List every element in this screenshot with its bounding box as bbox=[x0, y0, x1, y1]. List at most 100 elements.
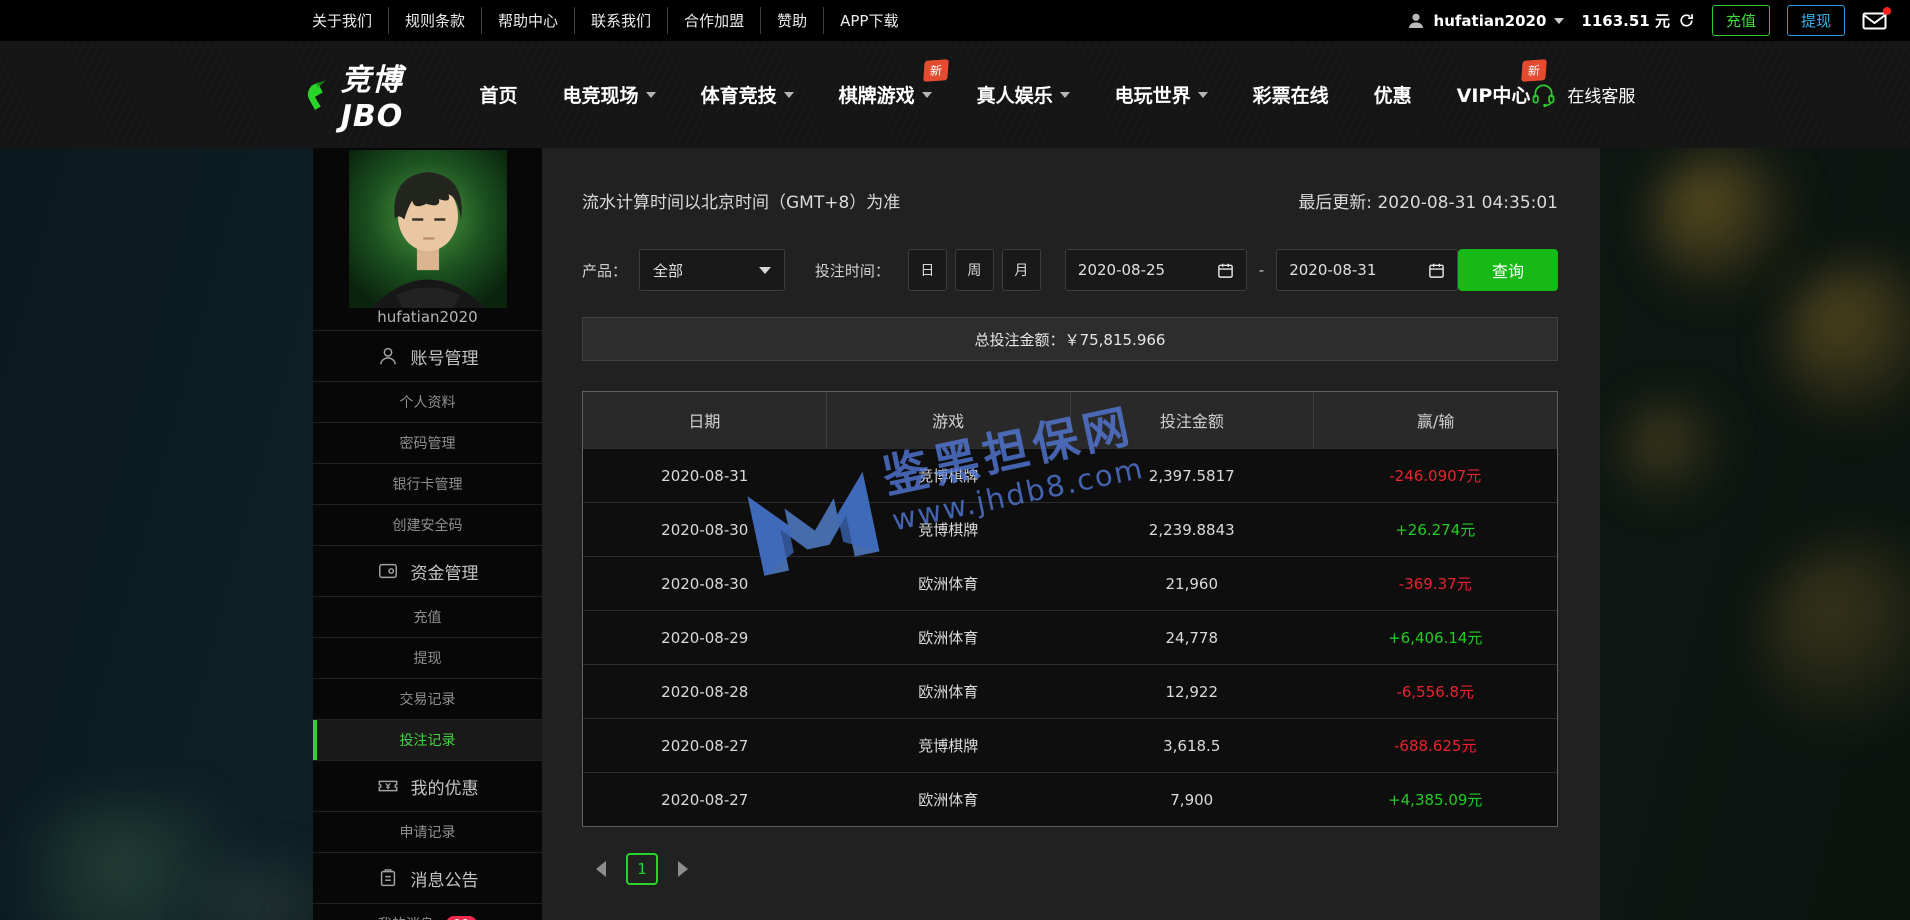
period-button[interactable]: 日 bbox=[908, 249, 947, 291]
logo[interactable]: 竞博JBO bbox=[300, 55, 422, 134]
cell-amount: 24,778 bbox=[1070, 611, 1314, 664]
mail-icon[interactable] bbox=[1862, 11, 1888, 31]
sidebar-item-label: 密码管理 bbox=[400, 433, 456, 453]
chevron-down-icon bbox=[1060, 92, 1070, 98]
timezone-notice: 流水计算时间以北京时间（GMT+8）为准 bbox=[582, 188, 900, 213]
topbar-link[interactable]: 帮助中心 bbox=[481, 7, 574, 34]
sidebar-section-icon bbox=[377, 867, 399, 889]
sidebar-item[interactable]: 个人资料 bbox=[313, 381, 542, 422]
sidebar-item-label: 提现 bbox=[414, 648, 442, 668]
topbar-link[interactable]: APP下载 bbox=[823, 7, 914, 34]
cell-date: 2020-08-28 bbox=[583, 665, 827, 718]
sidebar-item-label: 创建安全码 bbox=[393, 515, 463, 535]
sidebar-item-label: 充值 bbox=[414, 607, 442, 627]
period-button[interactable]: 周 bbox=[955, 249, 994, 291]
nav-item-label: 彩票在线 bbox=[1253, 81, 1329, 108]
cell-amount: 2,239.8843 bbox=[1070, 503, 1314, 556]
sidebar-item[interactable]: 我的优惠 bbox=[313, 760, 542, 811]
topbar: 关于我们规则条款帮助中心联系我们合作加盟赞助APP下载 hufatian2020… bbox=[0, 0, 1910, 41]
sidebar-item[interactable]: 账号管理 bbox=[313, 330, 542, 381]
sidebar-item[interactable]: 创建安全码 bbox=[313, 504, 542, 545]
nav-item[interactable]: 新 棋牌游戏 bbox=[839, 81, 932, 108]
cell-game: 欧洲体育 bbox=[827, 773, 1071, 826]
cell-winloss: -246.0907元 bbox=[1314, 449, 1558, 502]
product-select[interactable]: 全部 bbox=[639, 249, 785, 291]
nav-item[interactable]: 电竞现场 bbox=[563, 81, 656, 108]
sidebar-item[interactable]: 密码管理 bbox=[313, 422, 542, 463]
table-header-cell: 赢/输 bbox=[1313, 392, 1557, 448]
sidebar-item[interactable]: 提现 bbox=[313, 637, 542, 678]
sidebar-item-label: 消息公告 bbox=[411, 866, 479, 891]
user-menu[interactable]: hufatian2020 bbox=[1406, 11, 1565, 31]
sidebar-item[interactable]: 资金管理 bbox=[313, 545, 542, 596]
deposit-button[interactable]: 充值 bbox=[1712, 5, 1770, 36]
table-row: 2020-08-31 竞博棋牌 2,397.5817 -246.0907元 bbox=[583, 448, 1557, 502]
topbar-link[interactable]: 赞助 bbox=[760, 7, 823, 34]
sidebar-item-label: 我的优惠 bbox=[411, 774, 479, 799]
sidebar-item-label: 个人资料 bbox=[400, 392, 456, 412]
sidebar-item[interactable]: 申请记录 bbox=[313, 811, 542, 852]
sidebar-menu: 账号管理 个人资料 密码管理 银行卡管理 创建安全码 bbox=[313, 330, 542, 920]
nav-item[interactable]: 真人娱乐 bbox=[977, 81, 1070, 108]
nav-item[interactable]: 首页 bbox=[480, 81, 518, 108]
sidebar-item[interactable]: 银行卡管理 bbox=[313, 463, 542, 504]
chevron-down-icon bbox=[922, 92, 932, 98]
cell-game: 竞博棋牌 bbox=[827, 449, 1071, 502]
current-page[interactable]: 1 bbox=[626, 853, 658, 885]
cell-amount: 21,960 bbox=[1070, 557, 1314, 610]
sidebar-item[interactable]: 投注记录 bbox=[313, 719, 542, 760]
nav-item-label: 首页 bbox=[480, 81, 518, 108]
cell-date: 2020-08-31 bbox=[583, 449, 827, 502]
nav-item-label: 棋牌游戏 bbox=[839, 81, 915, 108]
cell-date: 2020-08-27 bbox=[583, 719, 827, 772]
nav-item[interactable]: 电玩世界 bbox=[1115, 81, 1208, 108]
date-from-input[interactable]: 2020-08-25 bbox=[1065, 249, 1247, 291]
sidebar-username: hufatian2020 bbox=[313, 308, 542, 330]
sidebar-item-label: 资金管理 bbox=[411, 559, 479, 584]
table-header: 日期游戏投注金额赢/输 bbox=[583, 392, 1557, 448]
product-label: 产品： bbox=[582, 260, 627, 281]
date-range-separator: - bbox=[1259, 261, 1264, 279]
sidebar-item[interactable]: 充值 bbox=[313, 596, 542, 637]
total-bar: 总投注金额： ￥75,815.966 bbox=[582, 317, 1558, 361]
cell-game: 竞博棋牌 bbox=[827, 503, 1071, 556]
nav-item[interactable]: 体育竞技 bbox=[701, 81, 794, 108]
product-select-value: 全部 bbox=[653, 260, 683, 281]
meta-row: 流水计算时间以北京时间（GMT+8）为准 最后更新: 2020-08-31 04… bbox=[582, 188, 1558, 213]
topbar-link[interactable]: 联系我们 bbox=[574, 7, 667, 34]
cell-winloss: +4,385.09元 bbox=[1314, 773, 1558, 826]
cell-date: 2020-08-30 bbox=[583, 503, 827, 556]
total-value: ￥75,815.966 bbox=[1065, 329, 1166, 350]
pagination: 1 bbox=[596, 853, 1558, 885]
cell-game: 欧洲体育 bbox=[827, 611, 1071, 664]
sidebar-item[interactable]: 消息公告 bbox=[313, 852, 542, 903]
next-page-icon[interactable] bbox=[678, 861, 688, 877]
sidebar-item-label: 账号管理 bbox=[411, 344, 479, 369]
table-row: 2020-08-27 竞博棋牌 3,618.5 -688.625元 bbox=[583, 718, 1557, 772]
nav-item[interactable]: 彩票在线 bbox=[1253, 81, 1329, 108]
prev-page-icon[interactable] bbox=[596, 861, 606, 877]
sidebar-item-label: 交易记录 bbox=[400, 689, 456, 709]
period-button[interactable]: 月 bbox=[1002, 249, 1041, 291]
customer-service[interactable]: 在线客服 bbox=[1530, 81, 1635, 108]
decor-coins bbox=[1620, 400, 1730, 510]
nav-item[interactable]: 优惠 bbox=[1374, 81, 1412, 108]
withdraw-button[interactable]: 提现 bbox=[1787, 5, 1845, 36]
refresh-icon[interactable] bbox=[1678, 12, 1695, 29]
bet-records-table: 日期游戏投注金额赢/输 2020-08-31 竞博棋牌 2,397.5817 -… bbox=[582, 391, 1558, 827]
date-to-input[interactable]: 2020-08-31 bbox=[1276, 249, 1458, 291]
nav-item[interactable]: 新 VIP中心 bbox=[1457, 81, 1531, 108]
sidebar-item[interactable]: 交易记录 bbox=[313, 678, 542, 719]
topbar-link[interactable]: 合作加盟 bbox=[667, 7, 760, 34]
period-group: 日周月 bbox=[908, 249, 1041, 291]
topbar-link[interactable]: 规则条款 bbox=[388, 7, 481, 34]
nav-item-label: 优惠 bbox=[1374, 81, 1412, 108]
username: hufatian2020 bbox=[1434, 12, 1547, 30]
cell-game: 欧洲体育 bbox=[827, 557, 1071, 610]
sidebar-item[interactable]: 我的消息 19 bbox=[313, 903, 542, 920]
search-button[interactable]: 查询 bbox=[1458, 249, 1558, 291]
avatar[interactable] bbox=[349, 150, 507, 308]
topbar-link[interactable]: 关于我们 bbox=[296, 7, 388, 34]
new-badge: 新 bbox=[1522, 59, 1548, 82]
table-body: 2020-08-31 竞博棋牌 2,397.5817 -246.0907元 20… bbox=[583, 448, 1557, 826]
